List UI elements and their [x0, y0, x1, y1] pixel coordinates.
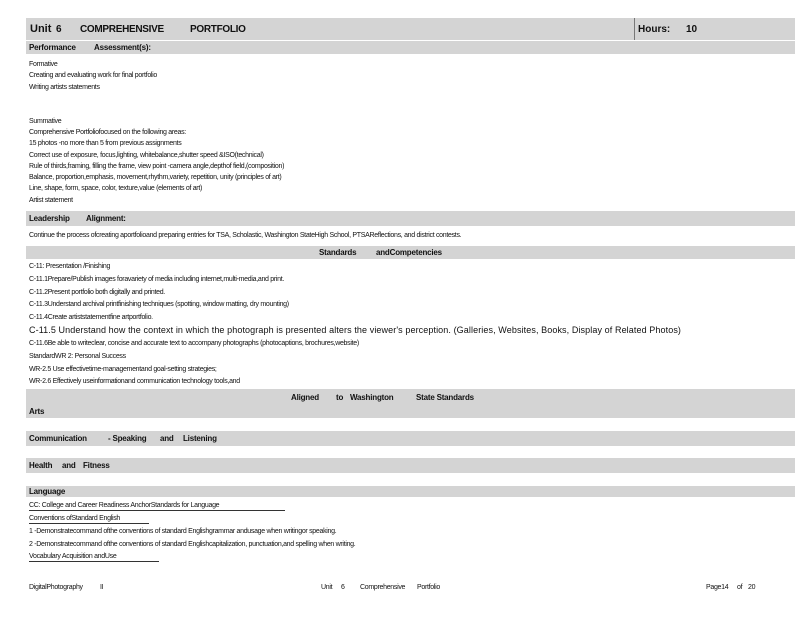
- unit-title-2: PORTFOLIO: [190, 24, 246, 35]
- formative-line: Writing artists statements: [29, 84, 100, 91]
- summative-line: Balance, proportion,emphasis, movement,r…: [29, 174, 282, 181]
- formative-line: Creating and evaluating work for final p…: [29, 72, 158, 79]
- standard-line: WR-2.5 Use effectivetime-managementand g…: [29, 366, 217, 373]
- footer-course-level: II: [100, 584, 104, 591]
- cc-anchor-line: CC: College and Career Readiness AnchorS…: [29, 502, 220, 509]
- standard-highlight-line: C-11.5 Understand how the context in whi…: [29, 325, 682, 335]
- hours-label: Hours:: [638, 24, 671, 35]
- standard-line: StandardWR 2: Personal Success: [29, 353, 126, 360]
- language-label: Language: [29, 487, 66, 496]
- health-bar: [26, 458, 795, 473]
- standard-line: C-11.1Prepare/Publish images foravariety…: [29, 276, 285, 283]
- and-label: and: [160, 434, 174, 443]
- standards-title-1: Standards: [319, 248, 357, 257]
- state-standards-label: State Standards: [416, 393, 474, 402]
- standard-line: C-11.2Present portfolio both digitally a…: [29, 289, 165, 296]
- summative-line: Correct use of exposure, focus,lighting,…: [29, 152, 264, 159]
- hours-value: 10: [686, 24, 698, 35]
- washington-label: Washington: [350, 393, 394, 402]
- standard-line: WR-2.6 Effectively useinformationand com…: [29, 378, 240, 385]
- vocabulary-line: Vocabulary Acquisition andUse: [29, 553, 117, 560]
- cc-underline: [29, 510, 285, 511]
- fitness-label: Fitness: [83, 461, 110, 470]
- conventions-line: Conventions ofStandard English: [29, 515, 121, 522]
- assessment-label: Assessment(s):: [94, 43, 151, 52]
- summative-line: Artist statement: [29, 197, 73, 204]
- listening-label: Listening: [183, 434, 217, 443]
- footer-unit-title-2: Portfolio: [417, 584, 440, 591]
- aligned-label: Aligned: [291, 393, 319, 402]
- to-label: to: [336, 393, 344, 402]
- footer-unit-title-1: Comprehensive: [360, 584, 406, 591]
- health-label: Health: [29, 461, 53, 470]
- leadership-alignment-label: Alignment:: [86, 214, 126, 223]
- language-standard-1: 1 -Demonstratecommand ofthe conventions …: [29, 528, 337, 535]
- formative-line: Formative: [29, 61, 58, 68]
- header-divider: [634, 18, 635, 40]
- communication-label: Communication: [29, 434, 87, 443]
- standard-line: C-11.6Be able to writeclear, concise and…: [29, 340, 359, 347]
- vocabulary-underline: [29, 561, 159, 562]
- standard-line: C-11.4Create artiststatementfine artport…: [29, 314, 153, 321]
- language-standard-2: 2 -Demonstratecommand ofthe conventions …: [29, 541, 356, 548]
- summative-line: 15 photos -no more than 5 from previous …: [29, 140, 182, 147]
- unit-title-1: COMPREHENSIVE: [80, 24, 164, 35]
- unit-number: 6: [56, 24, 62, 35]
- conventions-underline: [29, 523, 149, 524]
- unit-label: Unit: [30, 23, 52, 35]
- standard-line: C-11.3Understand archival printfinishing…: [29, 301, 289, 308]
- summative-line: Comprehensive Portfoliofocused on the fo…: [29, 129, 186, 136]
- performance-label: Performance: [29, 43, 76, 52]
- leadership-label: Leadership: [29, 214, 70, 223]
- health-and-label: and: [62, 461, 76, 470]
- arts-label: Arts: [29, 407, 45, 416]
- washington-bar: [26, 389, 795, 418]
- footer-course: DigitalPhotography: [29, 584, 83, 591]
- leadership-text: Continue the process ofcreating aportfol…: [29, 232, 462, 239]
- footer-of: of: [737, 584, 743, 591]
- standard-line: C-11: Presentation /Finishing: [29, 263, 111, 270]
- language-bar: [26, 486, 795, 497]
- footer-page: Page14: [706, 584, 729, 591]
- footer-unit-number: 6: [341, 584, 345, 591]
- summative-line: Summative: [29, 118, 62, 125]
- summative-line: Line, shape, form, space, color, texture…: [29, 185, 203, 192]
- footer-total: 20: [748, 584, 756, 591]
- summative-line: Rule of thirds,framing, filling the fram…: [29, 163, 285, 170]
- standards-title-2: andCompetencies: [376, 248, 442, 257]
- speaking-label: - Speaking: [108, 434, 147, 443]
- leadership-bar: [26, 211, 795, 226]
- footer-unit-label: Unit: [321, 584, 333, 591]
